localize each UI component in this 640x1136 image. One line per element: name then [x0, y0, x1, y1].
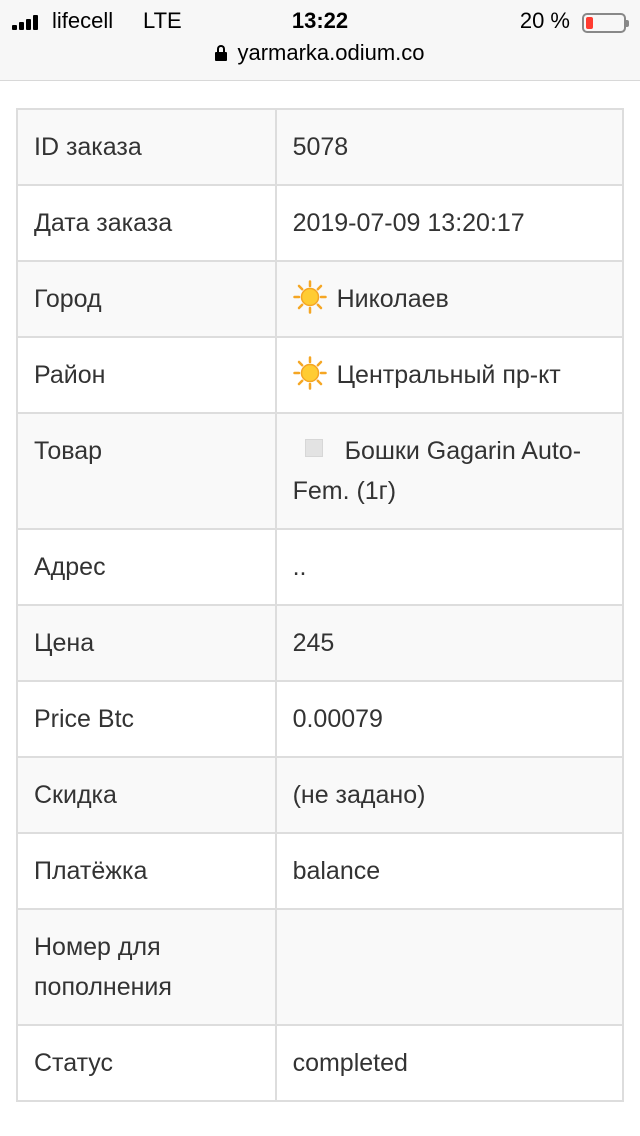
city-value: Николаев: [336, 285, 449, 313]
table-row-payment: Платёжка balance: [16, 832, 625, 910]
row-value: [274, 908, 625, 1026]
row-label: Скидка: [16, 756, 277, 834]
row-label: Товар: [16, 412, 277, 530]
table-row-price-btc: Price Btc 0.00079: [16, 680, 625, 758]
row-value: 0.00079: [274, 680, 625, 758]
order-detail-table: ID заказа 5078 Дата заказа 2019-07-09 13…: [16, 108, 625, 1102]
ios-status-row: lifecell LTE 13:22 20 %: [0, 6, 640, 36]
row-label: Дата заказа: [16, 184, 277, 262]
table-row-order-date: Дата заказа 2019-07-09 13:20:17: [16, 184, 625, 262]
row-value-cell: Бошки Gagarin Auto-Fem. (1г): [274, 412, 625, 530]
battery-percent: 20 %: [519, 8, 570, 33]
product-image-icon: [304, 439, 323, 457]
browser-status-bar: lifecell LTE 13:22 20 % yarmarka.odium.c…: [0, 0, 640, 81]
row-label: Город: [16, 260, 277, 338]
row-label: ID заказа: [16, 108, 277, 186]
row-label: Статус: [16, 1024, 277, 1102]
table-row-district: Район Центральный пр-кт: [16, 336, 625, 414]
row-value-cell: Центральный пр-кт: [274, 336, 625, 414]
row-value-cell: Николаев: [274, 260, 625, 338]
row-label: Номер для пополнения: [16, 908, 277, 1026]
table-row-city: Город Николаев: [16, 260, 625, 338]
row-value: balance: [274, 832, 625, 910]
row-label: Price Btc: [16, 680, 277, 758]
row-label: Район: [16, 336, 277, 414]
district-value: Центральный пр-кт: [336, 361, 561, 389]
row-value: 2019-07-09 13:20:17: [274, 184, 625, 262]
sun-icon: [292, 280, 327, 314]
table-row-order-id: ID заказа 5078: [16, 108, 625, 186]
row-value: (не задано): [274, 756, 625, 834]
product-value: Бошки Gagarin Auto-Fem. (1г): [292, 437, 582, 505]
table-row-status: Статус completed: [16, 1024, 625, 1102]
row-label: Платёжка: [16, 832, 277, 910]
row-value: ..: [274, 528, 625, 606]
row-value: 245: [274, 604, 625, 682]
lock-icon: [215, 45, 228, 61]
table-row-address: Адрес ..: [16, 528, 625, 606]
row-value: 5078: [274, 108, 625, 186]
address-bar[interactable]: yarmarka.odium.co: [0, 40, 640, 66]
row-value: completed: [274, 1024, 625, 1102]
table-row-price: Цена 245: [16, 604, 625, 682]
table-row-discount: Скидка (не задано): [16, 756, 625, 834]
row-label: Цена: [16, 604, 277, 682]
table-row-product: Товар Бошки Gagarin Auto-Fem. (1г): [16, 412, 625, 530]
url-text[interactable]: yarmarka.odium.co: [237, 40, 424, 65]
battery-level-fill: [586, 17, 593, 29]
battery-icon: [582, 13, 629, 33]
sun-icon: [292, 356, 327, 390]
row-label: Адрес: [16, 528, 277, 606]
table-row-topup-number: Номер для пополнения: [16, 908, 625, 1026]
